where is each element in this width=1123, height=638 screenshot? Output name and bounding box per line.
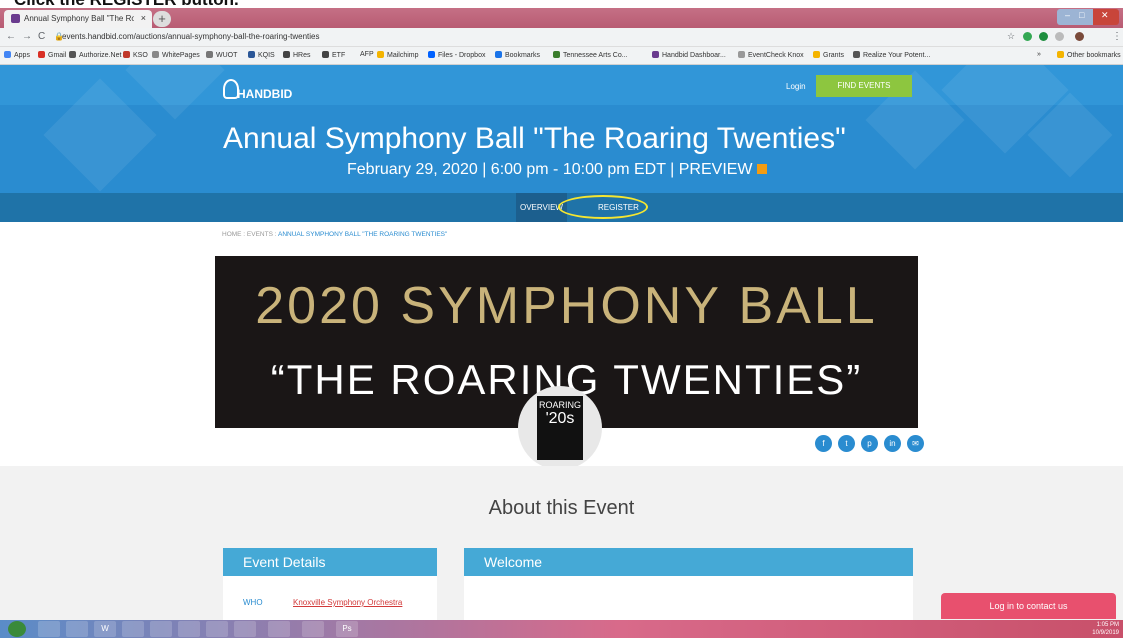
bookmark-item[interactable]: Authorize.Net [69, 51, 121, 59]
breadcrumb-current: ANNUAL SYMPHONY BALL "THE ROARING TWENTI… [277, 231, 448, 238]
bookmark-item[interactable]: HRes [283, 51, 311, 59]
clock-time: 1:05 PM [1096, 622, 1119, 628]
bookmarks-bar: Apps Gmail Authorize.Net KSO WhitePages … [0, 47, 1123, 65]
extension-icon[interactable] [1055, 32, 1064, 41]
url-field[interactable]: events.handbid.com/auctions/annual-symph… [62, 30, 962, 44]
twitter-icon[interactable]: t [838, 435, 855, 452]
bookmark-item[interactable]: Grants [813, 51, 844, 59]
chrome-icon[interactable] [122, 621, 144, 637]
spotify-icon[interactable] [206, 621, 228, 637]
browser-tab[interactable]: Annual Symphony Ball "The Roar × [4, 10, 152, 28]
bookmark-item[interactable]: KSO [123, 51, 148, 59]
event-hero: HANDBID Login FIND EVENTS Annual Symphon… [0, 65, 1123, 222]
handbid-favicon-icon [11, 14, 20, 23]
organization-link[interactable]: Knoxville Symphony Orchestra [293, 598, 402, 607]
bookmark-item[interactable]: EventCheck Knox [738, 51, 804, 59]
bookmark-item[interactable]: Mailchimp [377, 51, 419, 59]
about-title: About this Event [488, 497, 635, 519]
who-label: WHO [243, 598, 263, 607]
browser-tab-strip: Annual Symphony Ball "The Roar × + – □ ✕ [0, 8, 1123, 28]
windows-taskbar: W Ps 1:05 PM 10/9/2019 [0, 620, 1123, 638]
system-tray[interactable]: 1:05 PM 10/9/2019 [1092, 620, 1119, 638]
address-bar-row: ← → C 🔒 events.handbid.com/auctions/annu… [0, 28, 1123, 47]
bookmark-item[interactable]: Files - Dropbox [428, 51, 485, 59]
clock-date: 10/9/2019 [1092, 630, 1119, 636]
email-icon[interactable]: ✉ [907, 435, 924, 452]
pinterest-icon[interactable]: p [861, 435, 878, 452]
acrobat-icon[interactable] [302, 621, 324, 637]
bookmark-item[interactable]: WhitePages [152, 51, 200, 59]
bookmark-item[interactable]: Bookmarks [495, 51, 540, 59]
start-button-icon[interactable] [8, 621, 26, 637]
login-link[interactable]: Login [786, 82, 806, 91]
event-logo-badge: ROARING '20s [518, 386, 602, 470]
menu-icon[interactable]: ⋮ [1112, 31, 1122, 42]
bookmark-star-icon[interactable]: ☆ [1007, 31, 1015, 42]
app-icon[interactable] [234, 621, 256, 637]
preview-badge [756, 164, 767, 174]
window-controls[interactable]: – □ ✕ [1057, 9, 1119, 25]
bookmark-folder[interactable]: Other bookmarks [1057, 51, 1121, 59]
bookmark-item[interactable]: ETF [322, 51, 345, 59]
photoshop-icon[interactable]: Ps [336, 621, 358, 637]
linkedin-icon[interactable]: in [884, 435, 901, 452]
file-explorer-icon[interactable] [66, 621, 88, 637]
banner-line-1: 2020 SYMPHONY BALL [255, 277, 878, 335]
contact-button[interactable]: Log in to contact us [941, 593, 1116, 619]
event-details-card: Event Details WHO Knoxville Symphony Orc… [223, 548, 437, 620]
app-icon[interactable] [150, 621, 172, 637]
bookmark-item[interactable]: Apps [4, 51, 30, 59]
extension-icon[interactable] [1023, 32, 1032, 41]
extension-icon[interactable] [1039, 32, 1048, 41]
bookmark-item[interactable]: WUOT [206, 51, 237, 59]
close-tab-icon[interactable]: × [141, 13, 146, 23]
instruction-text: Click the REGISTER button. [0, 0, 1123, 8]
app-icon[interactable] [38, 621, 60, 637]
word-icon[interactable]: W [94, 621, 116, 637]
welcome-header: Welcome [464, 548, 913, 576]
highlight-ellipse [558, 195, 648, 219]
close-window-icon[interactable]: ✕ [1101, 10, 1109, 21]
forward-icon[interactable]: → [22, 31, 32, 42]
hangouts-icon[interactable] [268, 621, 290, 637]
more-bookmarks-icon[interactable]: » [1037, 51, 1041, 58]
minimize-icon[interactable]: – [1065, 10, 1070, 20]
new-tab-button[interactable]: + [153, 11, 171, 27]
maximize-icon[interactable]: □ [1079, 10, 1084, 20]
tab-title: Annual Symphony Ball "The Roar [24, 14, 134, 23]
find-events-button[interactable]: FIND EVENTS [816, 75, 912, 97]
back-icon[interactable]: ← [6, 31, 16, 42]
facebook-icon[interactable]: f [815, 435, 832, 452]
bookmark-item[interactable]: KQIS [248, 51, 275, 59]
profile-avatar-icon[interactable] [1075, 32, 1084, 41]
breadcrumb: HOME : EVENTS : ANNUAL SYMPHONY BALL "TH… [222, 231, 448, 238]
welcome-card: Welcome [464, 548, 913, 620]
event-details-header: Event Details [223, 548, 437, 576]
bookmark-item[interactable]: Handbid Dashboar... [652, 51, 726, 59]
event-date: February 29, 2020 | 6:00 pm - 10:00 pm E… [347, 161, 767, 179]
reload-icon[interactable]: C [38, 31, 45, 42]
bookmark-item[interactable]: Tennessee Arts Co... [553, 51, 628, 59]
bookmark-item[interactable]: Gmail [38, 51, 66, 59]
bookmark-item[interactable]: AFP [360, 51, 374, 58]
app-icon[interactable] [178, 621, 200, 637]
bookmark-item[interactable]: Realize Your Potent... [853, 51, 930, 59]
